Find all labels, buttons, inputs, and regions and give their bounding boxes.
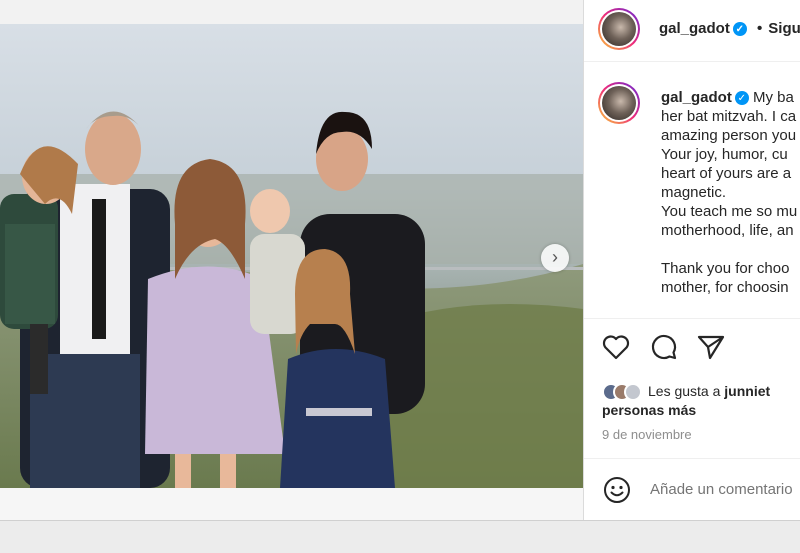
dot-separator: • <box>757 20 763 37</box>
comment-icon[interactable] <box>650 333 678 361</box>
profile-picture <box>602 12 636 46</box>
header-avatar[interactable] <box>598 8 640 50</box>
liker-avatar <box>624 383 642 402</box>
likes-count-link[interactable]: personas más <box>602 402 696 418</box>
family-photo-image <box>0 24 583 488</box>
caption-line: her bat mitzvah. I ca <box>661 108 797 125</box>
username-link[interactable]: gal_gadot <box>659 20 730 37</box>
send-icon[interactable] <box>697 334 725 360</box>
chevron-right-icon: › <box>552 247 558 267</box>
caption-line: amazing person you <box>661 127 797 144</box>
caption-username[interactable]: gal_gadot <box>661 89 732 106</box>
caption-blank-line <box>661 240 800 259</box>
comment-bar <box>584 458 800 520</box>
caption-profile-picture <box>602 86 636 120</box>
caption-line: magnetic. <box>661 184 727 201</box>
caption-line: Your joy, humor, cu <box>661 146 788 163</box>
heart-icon[interactable] <box>602 334 630 360</box>
photo-top-margin <box>0 0 583 24</box>
verified-badge-icon: ✓ <box>732 22 747 37</box>
caption-avatar[interactable] <box>598 82 640 124</box>
follow-button[interactable]: • Sigu <box>757 20 800 37</box>
likes-user-link[interactable]: junniet <box>724 383 770 399</box>
post-frame: › gal_gadot ✓ • Sigu gal_gadot ✓ My ba her … <box>0 0 800 520</box>
follow-label[interactable]: Sigu <box>768 20 800 37</box>
likes-summary: Les gusta a junniet personas más <box>602 382 800 420</box>
comment-input[interactable] <box>650 481 800 498</box>
caption-line: heart of yours are a <box>661 165 792 182</box>
caption-line: motherhood, life, an <box>661 222 794 239</box>
verified-badge-icon: ✓ <box>734 91 749 106</box>
caption-line: Thank you for choo <box>661 260 790 277</box>
post-photo[interactable] <box>0 24 583 488</box>
post-caption: gal_gadot ✓ My ba her bat mitzvah. I ca a… <box>661 88 800 316</box>
caption-line: You teach me so mu <box>661 203 798 220</box>
caption-line: My ba <box>753 89 794 106</box>
window-bottom-strip <box>0 520 800 553</box>
post-header: gal_gadot ✓ • Sigu <box>584 0 800 62</box>
header-username[interactable]: gal_gadot ✓ <box>659 20 747 37</box>
caption-line: mother, for choosin <box>661 279 789 296</box>
emoji-icon[interactable] <box>603 476 631 504</box>
post-date[interactable]: 9 de noviembre <box>602 427 692 442</box>
photo-bottom-margin <box>0 488 583 520</box>
likes-prefix: Les gusta a <box>648 383 721 399</box>
post-side-panel: gal_gadot ✓ • Sigu gal_gadot ✓ My ba her ba… <box>583 0 800 520</box>
next-photo-button[interactable]: › <box>541 244 569 272</box>
